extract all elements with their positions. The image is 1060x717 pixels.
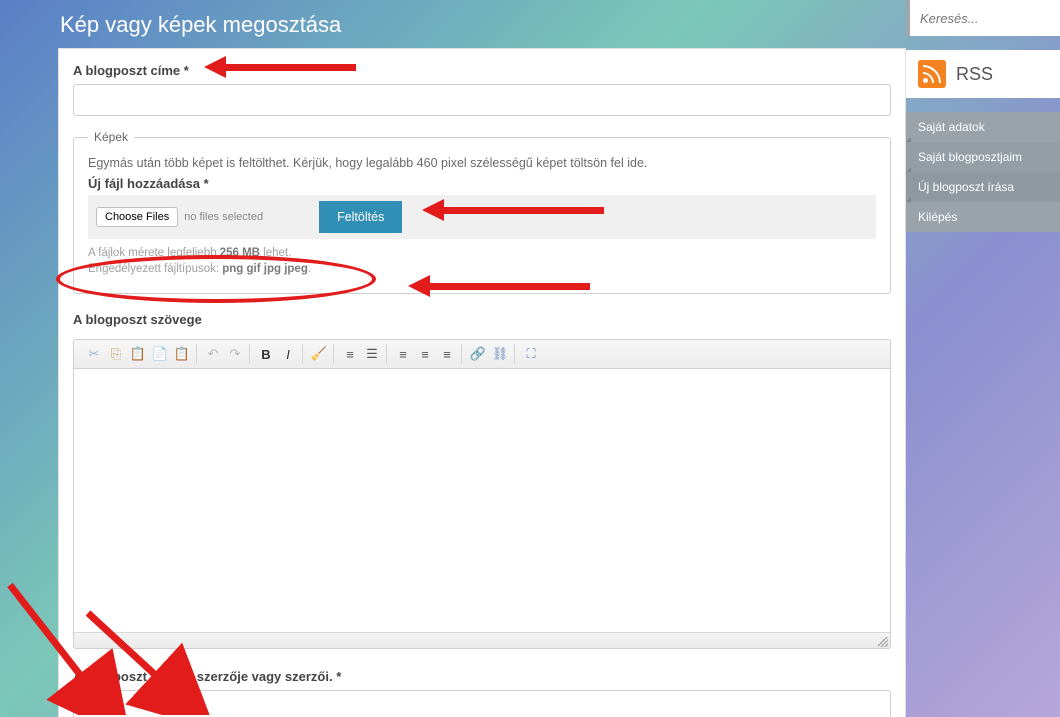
paste-text-icon[interactable]: 📄: [150, 344, 170, 364]
menu-item-profile[interactable]: Saját adatok: [906, 112, 1060, 142]
ordered-list-icon[interactable]: ≡: [340, 344, 360, 364]
bold-icon[interactable]: B: [256, 344, 276, 364]
author-label: A blogposzt eredeti szerzője vagy szerző…: [73, 669, 891, 684]
images-fieldset: Képek Egymás után több képet is feltölth…: [73, 130, 891, 294]
unordered-list-icon[interactable]: ☰: [362, 344, 382, 364]
images-legend: Képek: [88, 130, 134, 144]
search-input[interactable]: [920, 11, 1050, 26]
upload-button[interactable]: Feltöltés: [319, 201, 402, 233]
menu-item-my-posts[interactable]: Saját blogposztjaim: [906, 142, 1060, 172]
maximize-icon[interactable]: ⛶: [521, 344, 541, 364]
paste-word-icon[interactable]: 📋: [172, 344, 192, 364]
body-label: A blogposzt szövege: [73, 312, 891, 327]
page-title: Kép vagy képek megosztása: [58, 0, 906, 48]
remove-format-icon[interactable]: 🧹: [309, 344, 329, 364]
rss-label: RSS: [956, 64, 993, 85]
no-files-text: no files selected: [184, 211, 263, 223]
choose-files-button[interactable]: Choose Files: [96, 207, 178, 227]
title-label: A blogposzt címe *: [73, 63, 891, 78]
file-size-hint: A fájlok mérete legfeljebb 256 MB lehet.…: [88, 245, 876, 277]
copy-icon[interactable]: ⎘: [106, 344, 126, 364]
sidebar: RSS Saját adatok Saját blogposztjaim Új …: [906, 0, 1060, 232]
search-box: [906, 0, 1060, 36]
italic-icon[interactable]: I: [278, 344, 298, 364]
menu-item-logout[interactable]: Kilépés: [906, 202, 1060, 232]
images-help-text: Egymás után több képet is feltölthet. Ké…: [88, 156, 876, 170]
menu-item-new-post[interactable]: Új blogposzt írása: [906, 172, 1060, 202]
resize-grip-icon[interactable]: [878, 637, 888, 647]
undo-icon[interactable]: ↶: [203, 344, 223, 364]
align-left-icon[interactable]: ≡: [393, 344, 413, 364]
file-widget: Choose Files no files selected: [96, 207, 263, 227]
redo-icon[interactable]: ↷: [225, 344, 245, 364]
unlink-icon[interactable]: ⛓: [490, 344, 510, 364]
upload-row: Choose Files no files selected Feltöltés: [88, 195, 876, 239]
rss-icon: [918, 60, 946, 88]
author-input[interactable]: [73, 690, 891, 717]
align-right-icon[interactable]: ≡: [437, 344, 457, 364]
form-panel: A blogposzt címe * Képek Egymás után töb…: [58, 48, 906, 717]
cut-icon[interactable]: ✂: [84, 344, 104, 364]
editor-status-bar: [74, 632, 890, 648]
add-file-label: Új fájl hozzáadása *: [88, 176, 876, 191]
body-textarea[interactable]: [74, 369, 890, 627]
align-center-icon[interactable]: ≡: [415, 344, 435, 364]
sidebar-menu: Saját adatok Saját blogposztjaim Új blog…: [906, 112, 1060, 232]
rss-box[interactable]: RSS: [906, 50, 1060, 98]
editor-toolbar: ✂ ⎘ 📋 📄 📋 ↶ ↷ B I 🧹 ≡: [74, 340, 890, 369]
paste-icon[interactable]: 📋: [128, 344, 148, 364]
rich-text-editor: ✂ ⎘ 📋 📄 📋 ↶ ↷ B I 🧹 ≡: [73, 339, 891, 649]
title-input[interactable]: [73, 84, 891, 116]
link-icon[interactable]: 🔗: [468, 344, 488, 364]
